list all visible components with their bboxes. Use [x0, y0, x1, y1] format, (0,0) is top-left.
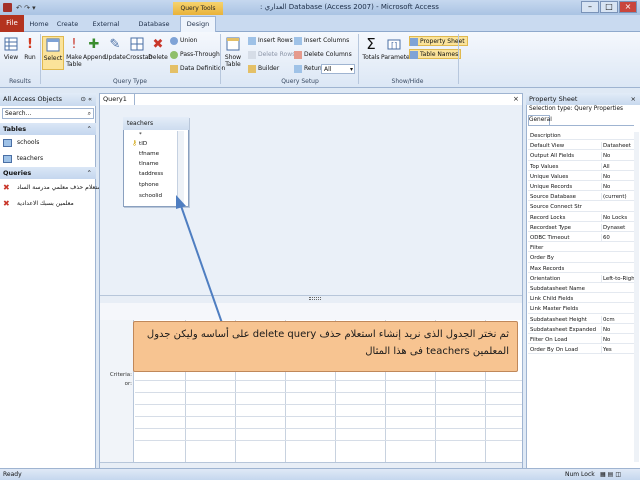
property-name: Subdatasheet Name: [530, 286, 585, 292]
annotation-callout: ثم نختر الجدول الذى نريد إنشاء استعلام ح…: [133, 321, 518, 372]
property-value[interactable]: No: [601, 183, 634, 191]
property-name: Recordset Type: [530, 224, 571, 231]
property-value[interactable]: (current): [601, 193, 634, 202]
property-row[interactable]: Link Master Fields: [528, 305, 634, 314]
property-sheet-title: Property Sheet: [529, 95, 578, 103]
property-name: Filter: [530, 245, 544, 252]
property-name: Link Master Fields: [530, 306, 579, 313]
property-name: Top Values: [530, 163, 559, 170]
property-name: Order By: [530, 255, 554, 262]
property-row[interactable]: Recordset Type Dynaset: [528, 223, 634, 232]
property-row[interactable]: Subdatasheet Expanded No: [528, 325, 634, 334]
property-row[interactable]: Source Database (current): [528, 193, 634, 202]
property-value[interactable]: Dynaset: [601, 223, 634, 232]
selection-type-label: Selection type: Query Properties: [529, 106, 624, 112]
property-value[interactable]: No Locks: [601, 213, 634, 222]
property-row[interactable]: Orientation Left-to-Right: [528, 274, 634, 283]
property-row[interactable]: Source Connect Str: [528, 203, 634, 212]
property-value[interactable]: 60: [601, 234, 634, 242]
property-row[interactable]: Max Records: [528, 265, 634, 273]
property-row[interactable]: Link Child Fields: [528, 295, 634, 304]
property-name: Orientation: [530, 275, 561, 282]
view-switcher-icons[interactable]: ▦▤◫: [600, 469, 623, 480]
property-name: Link Child Fields: [530, 296, 574, 303]
property-name: Output All Fields: [530, 153, 575, 160]
property-name: Record Locks: [530, 214, 566, 221]
close-icon[interactable]: ×: [631, 93, 636, 105]
property-value[interactable]: No: [601, 172, 634, 181]
property-value[interactable]: No: [601, 336, 634, 344]
property-sheet-scrollbar[interactable]: [634, 132, 639, 462]
property-name: Unique Records: [530, 184, 573, 190]
tab-general[interactable]: General: [528, 115, 552, 125]
property-name: Order By On Load: [530, 347, 578, 354]
property-row[interactable]: ODBC Timeout 60: [528, 234, 634, 243]
property-value[interactable]: No: [601, 152, 634, 161]
property-sheet-header: Property Sheet ×: [526, 93, 640, 105]
property-value[interactable]: All: [601, 162, 634, 171]
property-name: Unique Values: [530, 173, 569, 180]
property-name: Source Connect Str: [530, 204, 582, 211]
property-row[interactable]: Unique Records No: [528, 183, 634, 192]
property-name: ODBC Timeout: [530, 235, 570, 241]
property-value[interactable]: Datasheet: [601, 142, 634, 151]
property-row[interactable]: Description: [528, 132, 634, 141]
property-name: Filter On Load: [530, 337, 568, 343]
property-row[interactable]: Order By On Load Yes: [528, 346, 634, 355]
property-name: Default View: [530, 143, 565, 150]
tab-underline: [528, 125, 634, 126]
property-value[interactable]: No: [601, 325, 634, 334]
property-value[interactable]: 0cm: [601, 315, 634, 324]
property-value[interactable]: Left-to-Right: [601, 274, 634, 283]
property-row[interactable]: Record Locks No Locks: [528, 213, 634, 222]
status-bar: Ready Num Lock ▦▤◫: [0, 468, 640, 480]
property-name: Subdatasheet Expanded: [530, 326, 596, 333]
property-row[interactable]: Filter On Load No: [528, 336, 634, 345]
property-row[interactable]: Default View Datasheet: [528, 142, 634, 151]
status-ready: Ready: [3, 471, 22, 478]
property-row[interactable]: Top Values All: [528, 162, 634, 171]
property-row[interactable]: Subdatasheet Height 0cm: [528, 315, 634, 324]
property-value[interactable]: Yes: [601, 346, 634, 355]
property-name: Description: [530, 133, 561, 139]
num-lock-indicator: Num Lock: [565, 471, 595, 478]
property-row[interactable]: Subdatasheet Name: [528, 285, 634, 294]
property-row[interactable]: Output All Fields No: [528, 152, 634, 161]
property-name: Subdatasheet Height: [530, 316, 587, 323]
property-row[interactable]: Filter: [528, 244, 634, 253]
property-row[interactable]: Order By: [528, 254, 634, 263]
property-name: Source Database: [530, 194, 576, 201]
property-name: Max Records: [530, 265, 565, 272]
property-row[interactable]: Unique Values No: [528, 172, 634, 181]
